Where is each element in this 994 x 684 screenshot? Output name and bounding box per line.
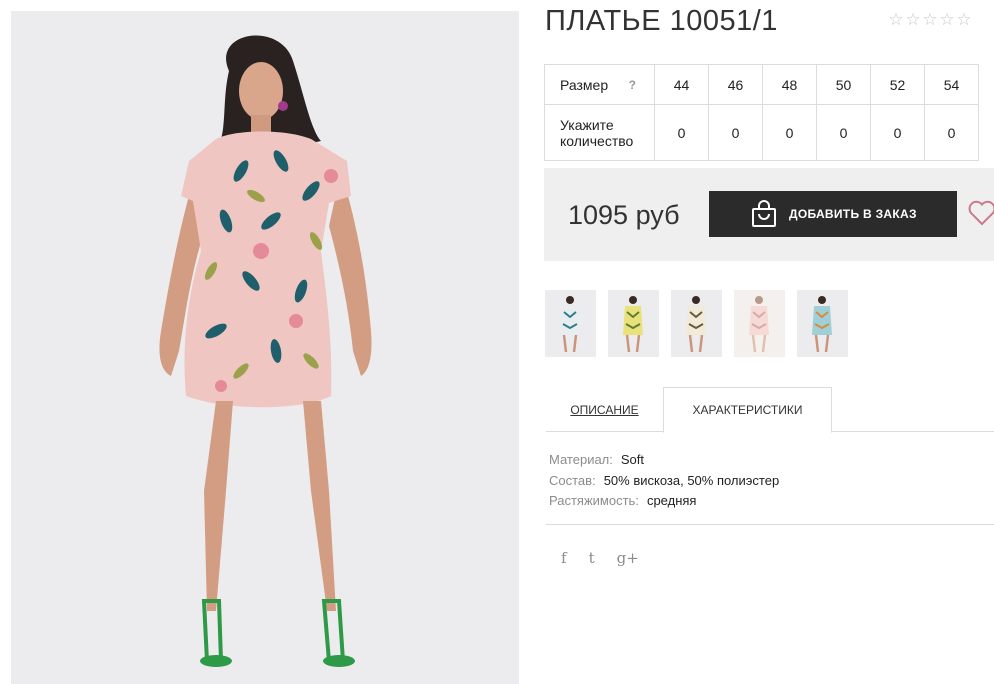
color-thumbnails bbox=[545, 290, 848, 357]
size-label: Размер bbox=[560, 76, 609, 93]
quantity-input-44[interactable]: 0 bbox=[654, 104, 709, 161]
thumbnail-3[interactable] bbox=[671, 290, 722, 357]
twitter-icon[interactable]: t bbox=[589, 549, 595, 567]
size-quantity-table: Размер ? 44 46 48 50 52 54 Укажите колич… bbox=[544, 64, 979, 161]
social-share: f t g+ bbox=[561, 549, 639, 567]
shopping-bag-icon bbox=[751, 200, 777, 228]
star-outline-icon[interactable]: ☆ bbox=[939, 11, 955, 28]
star-outline-icon[interactable]: ☆ bbox=[922, 11, 938, 28]
product-price: 1095 руб bbox=[568, 200, 680, 230]
size-label-cell: Размер ? bbox=[544, 64, 655, 105]
thumbnail-2[interactable] bbox=[608, 290, 659, 357]
tab-description[interactable]: ОПИСАНИЕ bbox=[546, 387, 663, 432]
quantity-input-48[interactable]: 0 bbox=[762, 104, 817, 161]
star-outline-icon[interactable]: ☆ bbox=[888, 11, 904, 28]
size-option: 46 bbox=[708, 64, 763, 105]
star-outline-icon[interactable]: ☆ bbox=[956, 11, 972, 28]
product-title: ПЛАТЬЕ 10051/1 bbox=[545, 5, 778, 37]
size-row: Размер ? 44 46 48 50 52 54 bbox=[544, 64, 979, 105]
add-to-order-label: ДОБАВИТЬ В ЗАКАЗ bbox=[789, 207, 917, 221]
divider bbox=[546, 524, 994, 525]
spec-key: Растяжимость: bbox=[549, 493, 639, 508]
spec-value: Soft bbox=[620, 452, 645, 467]
product-rating[interactable]: ☆ ☆ ☆ ☆ ☆ bbox=[888, 11, 972, 28]
size-option: 48 bbox=[762, 64, 817, 105]
product-specs: Материал: Soft Состав: 50% вискоза, 50% по… bbox=[549, 450, 779, 512]
spec-row-material: Материал: Soft bbox=[549, 450, 779, 471]
spec-row-composition: Состав: 50% вискоза, 50% полиэстер bbox=[549, 471, 779, 492]
size-option: 44 bbox=[654, 64, 709, 105]
size-help-icon[interactable]: ? bbox=[629, 77, 636, 93]
quantity-input-50[interactable]: 0 bbox=[816, 104, 871, 161]
size-option: 54 bbox=[924, 64, 979, 105]
product-main-image[interactable] bbox=[11, 11, 519, 684]
facebook-icon[interactable]: f bbox=[561, 549, 567, 567]
add-to-order-button[interactable]: ДОБАВИТЬ В ЗАКАЗ bbox=[709, 191, 957, 237]
thumbnail-4[interactable] bbox=[734, 290, 785, 357]
quantity-input-54[interactable]: 0 bbox=[924, 104, 979, 161]
spec-row-stretch: Растяжимость: средняя bbox=[549, 491, 779, 512]
thumbnail-5[interactable] bbox=[797, 290, 848, 357]
quantity-input-46[interactable]: 0 bbox=[708, 104, 763, 161]
quantity-row: Укажите количество 0 0 0 0 0 0 bbox=[544, 104, 979, 161]
spec-key: Состав: bbox=[549, 472, 596, 488]
quantity-label: Укажите количество bbox=[544, 104, 655, 161]
googleplus-icon[interactable]: g+ bbox=[617, 549, 639, 567]
spec-key: Материал: bbox=[549, 452, 613, 467]
spec-value: 50% вискоза, 50% полиэстер bbox=[603, 472, 780, 488]
model-photo-illustration bbox=[11, 11, 519, 684]
thumbnail-1[interactable] bbox=[545, 290, 596, 357]
size-option: 52 bbox=[870, 64, 925, 105]
tab-characteristics[interactable]: ХАРАКТЕРИСТИКИ bbox=[663, 387, 832, 433]
spec-value: средняя bbox=[646, 493, 697, 508]
star-outline-icon[interactable]: ☆ bbox=[905, 11, 921, 28]
size-option: 50 bbox=[816, 64, 871, 105]
heart-outline-icon[interactable] bbox=[968, 200, 994, 231]
quantity-input-52[interactable]: 0 bbox=[870, 104, 925, 161]
product-tabs: ОПИСАНИЕ ХАРАКТЕРИСТИКИ bbox=[546, 387, 994, 433]
price-panel: 1095 руб ДОБАВИТЬ В ЗАКАЗ bbox=[544, 168, 994, 261]
